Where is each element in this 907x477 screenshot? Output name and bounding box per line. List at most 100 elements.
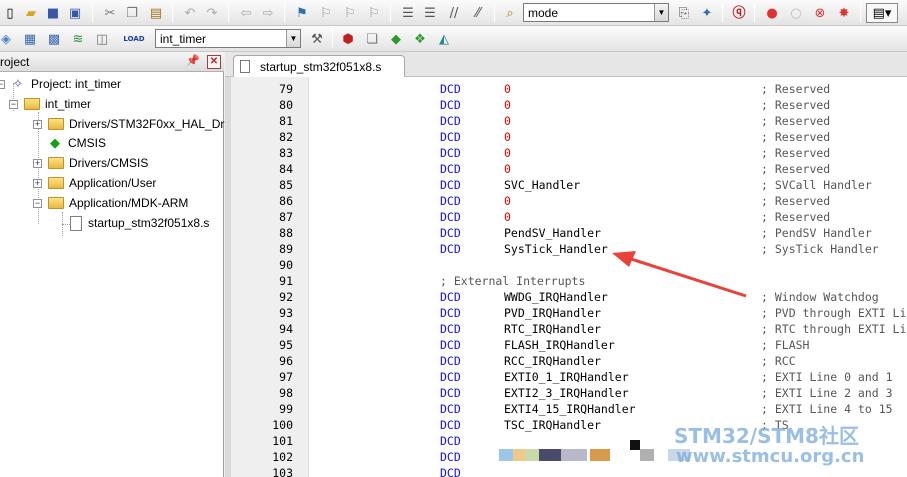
new-file-icon[interactable]: ▯ [0, 3, 20, 23]
expand-icon[interactable]: + [33, 158, 42, 168]
pin-icon[interactable]: 📌 [186, 54, 200, 67]
unindent-icon[interactable]: ☰ [420, 3, 440, 23]
chevron-down-icon[interactable]: ▼ [286, 30, 300, 47]
bookmark-icon[interactable]: ⚑ [292, 3, 312, 23]
code-line[interactable]: 88 DCD PendSV_Handler ; PendSV Handler [231, 225, 907, 241]
window-layout-icon[interactable]: ▤▾ [866, 3, 898, 23]
find-combo[interactable]: mode ▼ [523, 3, 669, 22]
code-line[interactable]: 81 DCD 0 ; Reserved [231, 113, 907, 129]
enable-breakpoint-icon[interactable]: ○ [786, 3, 806, 23]
tree-item-project[interactable]: − ✧ Project: int_timer [0, 74, 121, 94]
tree-item-group[interactable]: + Application/User [33, 173, 156, 193]
code-line[interactable]: 98 DCD EXTI2_3_IRQHandler ; EXTI Line 2 and… [231, 385, 907, 401]
run-time-environment-icon[interactable]: ◆ [386, 29, 406, 49]
code-line[interactable]: 84 DCD 0 ; Reserved [231, 161, 907, 177]
mosaic-block [499, 449, 513, 461]
separator [228, 4, 229, 22]
stop-build-icon[interactable]: ◫ [92, 29, 112, 49]
chevron-down-icon[interactable]: ▼ [654, 4, 668, 21]
redo-icon[interactable]: ↷ [202, 3, 222, 23]
code-line[interactable]: 93 DCD PVD_IRQHandler ; PVD through EXTI Li… [231, 305, 907, 321]
load-label: LOAD [123, 34, 145, 43]
code-line[interactable]: 94 DCD RTC_IRQHandler ; RTC through EXTI Li… [231, 321, 907, 337]
code-directive: DCD [440, 290, 461, 304]
code-line[interactable]: 97 DCD EXTI0_1_IRQHandler ; EXTI Line 0 and… [231, 369, 907, 385]
save-icon[interactable]: ■ [43, 3, 63, 23]
code-line[interactable]: 80 DCD 0 ; Reserved [231, 97, 907, 113]
code-line[interactable]: 79 DCD 0 ; Reserved [231, 81, 907, 97]
code-line[interactable]: 92 DCD WWDG_IRQHandler ; Window Watchdog [231, 289, 907, 305]
batch-build-icon[interactable]: ≋ [68, 29, 88, 49]
find-in-files-icon[interactable]: ⌕ [500, 3, 520, 23]
tree-item-file[interactable]: startup_stm32f051x8.s [70, 213, 209, 233]
translate-icon[interactable]: ◈ [0, 29, 16, 49]
expand-icon[interactable]: + [33, 119, 42, 129]
tree-item-component[interactable]: ◆ CMSIS [48, 133, 106, 153]
code-symbol: EXTI0_1_IRQHandler [504, 370, 629, 384]
indent-icon[interactable]: ☰ [398, 3, 418, 23]
nav-forward-icon[interactable]: ⇨ [258, 3, 278, 23]
open-folder-icon[interactable]: ▰ [21, 3, 41, 23]
code-line[interactable]: 83 DCD 0 ; Reserved [231, 145, 907, 161]
code-line[interactable]: 82 DCD 0 ; Reserved [231, 129, 907, 145]
undo-icon[interactable]: ↶ [180, 3, 200, 23]
line-number: 97 [279, 370, 293, 384]
tree-item-label: int_timer [45, 97, 92, 111]
debug-session-icon[interactable]: ⓠ [729, 3, 749, 23]
download-load-button[interactable]: LOAD [122, 29, 146, 49]
expand-icon[interactable]: + [33, 178, 42, 188]
copy-icon[interactable]: ❐ [122, 3, 142, 23]
select-packs-icon[interactable]: ❖ [410, 29, 430, 49]
rebuild-icon[interactable]: ▩ [44, 29, 64, 49]
code-line[interactable]: 87 DCD 0 ; Reserved [231, 209, 907, 225]
nav-back-icon[interactable]: ⇦ [236, 3, 256, 23]
collapse-icon[interactable]: − [0, 79, 5, 89]
tree-item-group[interactable]: + Drivers/STM32F0xx_HAL_Driv [33, 114, 233, 134]
line-number: 92 [279, 290, 293, 304]
comment-icon[interactable]: // [444, 3, 464, 23]
tree-item-group[interactable]: − Application/MDK-ARM [33, 193, 188, 213]
tree-item-group[interactable]: + Drivers/CMSIS [33, 153, 148, 173]
collapse-icon[interactable]: − [9, 99, 18, 109]
tree-item-label: Project: int_timer [31, 77, 122, 91]
save-all-icon[interactable]: ▣ [65, 3, 85, 23]
code-line[interactable]: 91 ; External Interrupts [231, 273, 907, 289]
pack-installer-icon[interactable]: ◭ [434, 29, 454, 49]
collapse-icon[interactable]: − [33, 198, 42, 208]
clear-bookmarks-icon[interactable]: ⚐ [364, 3, 384, 23]
incremental-find-icon[interactable]: ✦ [697, 3, 717, 23]
file-extensions-icon[interactable]: ❏ [362, 29, 382, 49]
code-line[interactable]: 95 DCD FLASH_IRQHandler ; FLASH [231, 337, 907, 353]
code-comment: ; Reserved [761, 162, 831, 176]
uncomment-icon[interactable]: ⁄⁄ [468, 3, 488, 23]
manage-project-icon[interactable]: ⬢ [338, 29, 358, 49]
paste-icon[interactable]: ▤ [146, 3, 166, 23]
line-number: 100 [272, 418, 293, 432]
file-icon [70, 215, 82, 231]
prev-bookmark-icon[interactable]: ⚐ [316, 3, 336, 23]
line-number: 99 [279, 402, 293, 416]
code-line[interactable]: 89 DCD SysTick_Handler ; SysTick Handler [231, 241, 907, 257]
tree-item-label: Application/MDK-ARM [69, 196, 189, 210]
code-line[interactable]: 90 [231, 257, 907, 273]
separator [494, 4, 495, 22]
tree-item-target[interactable]: − int_timer [9, 94, 91, 114]
build-icon[interactable]: ▦ [20, 29, 40, 49]
target-options-icon[interactable]: ⚒ [307, 29, 327, 49]
cut-icon[interactable]: ✂ [100, 3, 120, 23]
code-line[interactable]: 85 DCD SVC_Handler ; SVCall Handler [231, 177, 907, 193]
code-editor[interactable]: 79 DCD 0 ; Reserved 80 DCD 0 ; Reserved 81 DCD 0 ; … [225, 77, 907, 477]
code-directive: DCD [440, 386, 461, 400]
next-bookmark-icon[interactable]: ⚐ [340, 3, 360, 23]
code-line[interactable]: 86 DCD 0 ; Reserved [231, 193, 907, 209]
find-icon[interactable]: ⎘ [674, 3, 694, 23]
project-panel-header: roject 📌 ✕ [0, 52, 224, 72]
disable-breakpoints-icon[interactable]: ⊗ [810, 3, 830, 23]
kill-breakpoints-icon[interactable]: ✸ [834, 3, 854, 23]
code-line[interactable]: 96 DCD RCC_IRQHandler ; RCC [231, 353, 907, 369]
tab-startup-file[interactable]: startup_stm32f051x8.s [233, 55, 405, 77]
insert-breakpoint-icon[interactable]: ● [762, 3, 782, 23]
target-select[interactable]: int_timer ▼ [155, 29, 301, 48]
close-icon[interactable]: ✕ [207, 55, 221, 69]
code-line[interactable]: 99 DCD EXTI4_15_IRQHandler ; EXTI Line 4 to… [231, 401, 907, 417]
